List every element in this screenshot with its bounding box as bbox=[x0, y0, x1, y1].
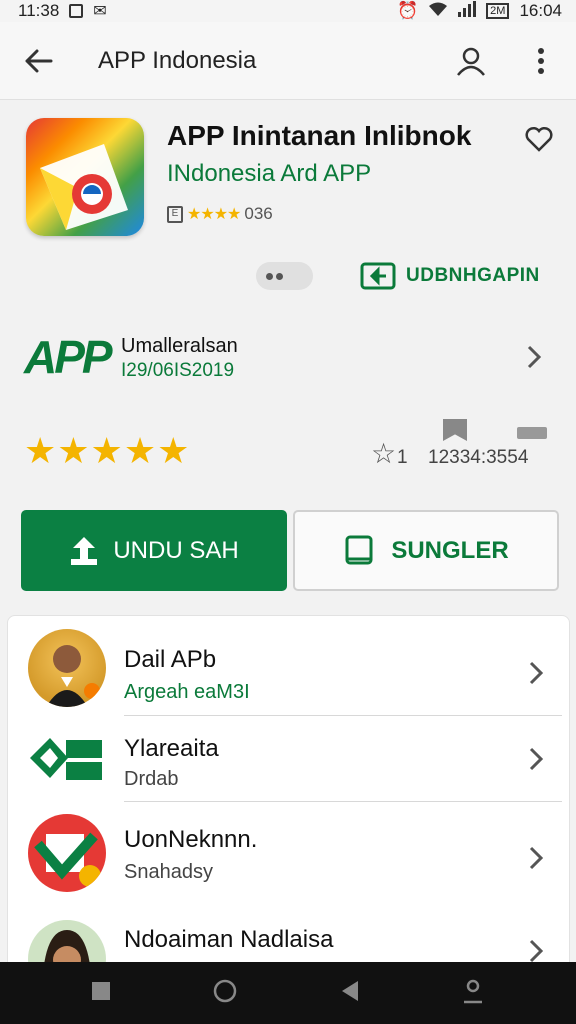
rating-count: 12334:3554 bbox=[428, 447, 529, 468]
app-logo bbox=[28, 718, 106, 796]
app-name: APP Inintanan Inlibnok bbox=[167, 120, 472, 151]
upload-icon bbox=[71, 536, 98, 565]
signal-icon bbox=[458, 0, 477, 22]
rating-small-count: 1 bbox=[397, 447, 408, 468]
toggle-switch[interactable] bbox=[256, 262, 313, 290]
battery-icon: 2M bbox=[486, 3, 510, 19]
heart-icon bbox=[525, 126, 553, 152]
back-nav-button[interactable] bbox=[340, 980, 360, 1007]
secondary-button[interactable]: SUNGLER bbox=[293, 510, 559, 591]
triangle-back-icon bbox=[341, 980, 358, 1001]
rating-row: ★★★★★ ☆ 1 12334:3554 bbox=[0, 405, 576, 475]
home-button[interactable] bbox=[212, 978, 238, 1009]
list-item-title: UonNeknnn. bbox=[124, 826, 258, 853]
update-icon bbox=[360, 262, 396, 290]
publisher-logo: APP bbox=[24, 331, 113, 383]
app-bar-title: APP Indonesia bbox=[98, 46, 257, 74]
meta-count: 036 bbox=[244, 204, 273, 223]
list-item-subtitle: Drdab bbox=[124, 768, 179, 790]
app-icon bbox=[26, 118, 144, 236]
secondary-button-label: SUNGLER bbox=[391, 536, 509, 564]
person-icon bbox=[457, 47, 485, 76]
account-button[interactable] bbox=[436, 26, 506, 96]
phone-icon bbox=[345, 535, 373, 564]
arrow-back-icon bbox=[25, 49, 53, 72]
meta-stars: ★★★★ bbox=[187, 206, 241, 223]
list-item[interactable]: Dail APb Argeah eaM3I bbox=[8, 626, 571, 712]
app-meta: E ★★★★ 036 bbox=[167, 204, 273, 224]
list-item[interactable]: Ylareaita Drdab bbox=[8, 716, 571, 802]
more-options-button[interactable] bbox=[506, 26, 576, 96]
toggle-dot-icon bbox=[276, 272, 283, 280]
app-developer[interactable]: INdonesia Ard APP bbox=[167, 160, 371, 188]
back-button[interactable] bbox=[0, 22, 78, 100]
star-outline-icon: ☆ bbox=[371, 438, 397, 469]
content-rating-badge: E bbox=[167, 205, 183, 223]
more-vert-icon bbox=[538, 47, 544, 74]
chevron-right-icon bbox=[527, 345, 542, 369]
app-header: APP Inintanan Inlibnok INdonesia Ard APP… bbox=[0, 100, 576, 500]
update-chip[interactable]: UDBNHGAPIN bbox=[360, 262, 540, 290]
recents-button[interactable] bbox=[91, 981, 111, 1006]
app-logo bbox=[28, 814, 106, 892]
related-list: Dail APb Argeah eaM3I Ylareaita Drdab Uo… bbox=[7, 615, 571, 998]
status-right: ⏰ 2M 16:04 bbox=[397, 0, 562, 22]
alarm-icon: ⏰ bbox=[397, 1, 419, 20]
accessibility-button[interactable] bbox=[461, 978, 485, 1009]
chevron-right-icon bbox=[529, 747, 544, 771]
divider bbox=[124, 801, 562, 802]
person-outline-icon bbox=[464, 979, 483, 1003]
bookmark-icon[interactable] bbox=[443, 419, 467, 441]
chevron-right-icon bbox=[529, 661, 544, 685]
notification-icon bbox=[69, 4, 84, 18]
square-icon bbox=[91, 981, 110, 1000]
chevron-right-icon bbox=[529, 846, 544, 870]
toggle-dot-icon bbox=[266, 272, 273, 280]
chevron-right-icon bbox=[529, 939, 544, 963]
list-item-title: Ndoaiman Nadlaisa bbox=[124, 926, 334, 953]
install-button-label: UNDU SAH bbox=[113, 536, 239, 564]
wifi-icon bbox=[428, 1, 448, 22]
app-bar: APP Indonesia bbox=[0, 22, 576, 100]
minus-icon[interactable] bbox=[517, 427, 547, 439]
avatar bbox=[28, 629, 106, 707]
list-item-subtitle: Snahadsy bbox=[124, 861, 213, 883]
status-time-left: 11:38 bbox=[18, 1, 60, 20]
status-bar: 11:38 ✉ ⏰ 2M 16:04 bbox=[0, 0, 576, 22]
list-item-title: Ylareaita bbox=[124, 735, 219, 762]
status-left: 11:38 ✉ bbox=[18, 1, 107, 21]
list-item-subtitle: Argeah eaM3I bbox=[124, 681, 250, 703]
list-item-title: Dail APb bbox=[124, 646, 217, 673]
circle-icon bbox=[214, 979, 237, 1002]
install-button[interactable]: UNDU SAH bbox=[21, 510, 287, 591]
status-time-right: 16:04 bbox=[519, 1, 562, 20]
system-nav-bar bbox=[0, 962, 576, 1024]
info-row[interactable]: APP Umalleralsan I29/06IS2019 bbox=[0, 322, 576, 392]
list-item[interactable]: UonNeknnn. Snahadsy bbox=[8, 811, 571, 897]
info-title: Umalleralsan bbox=[121, 335, 238, 357]
info-subtitle: I29/06IS2019 bbox=[121, 360, 235, 381]
favorite-button[interactable] bbox=[522, 122, 556, 156]
rating-stars: ★★★★★ bbox=[24, 430, 191, 471]
mail-icon: ✉ bbox=[93, 3, 107, 20]
update-chip-label: UDBNHGAPIN bbox=[406, 265, 540, 286]
